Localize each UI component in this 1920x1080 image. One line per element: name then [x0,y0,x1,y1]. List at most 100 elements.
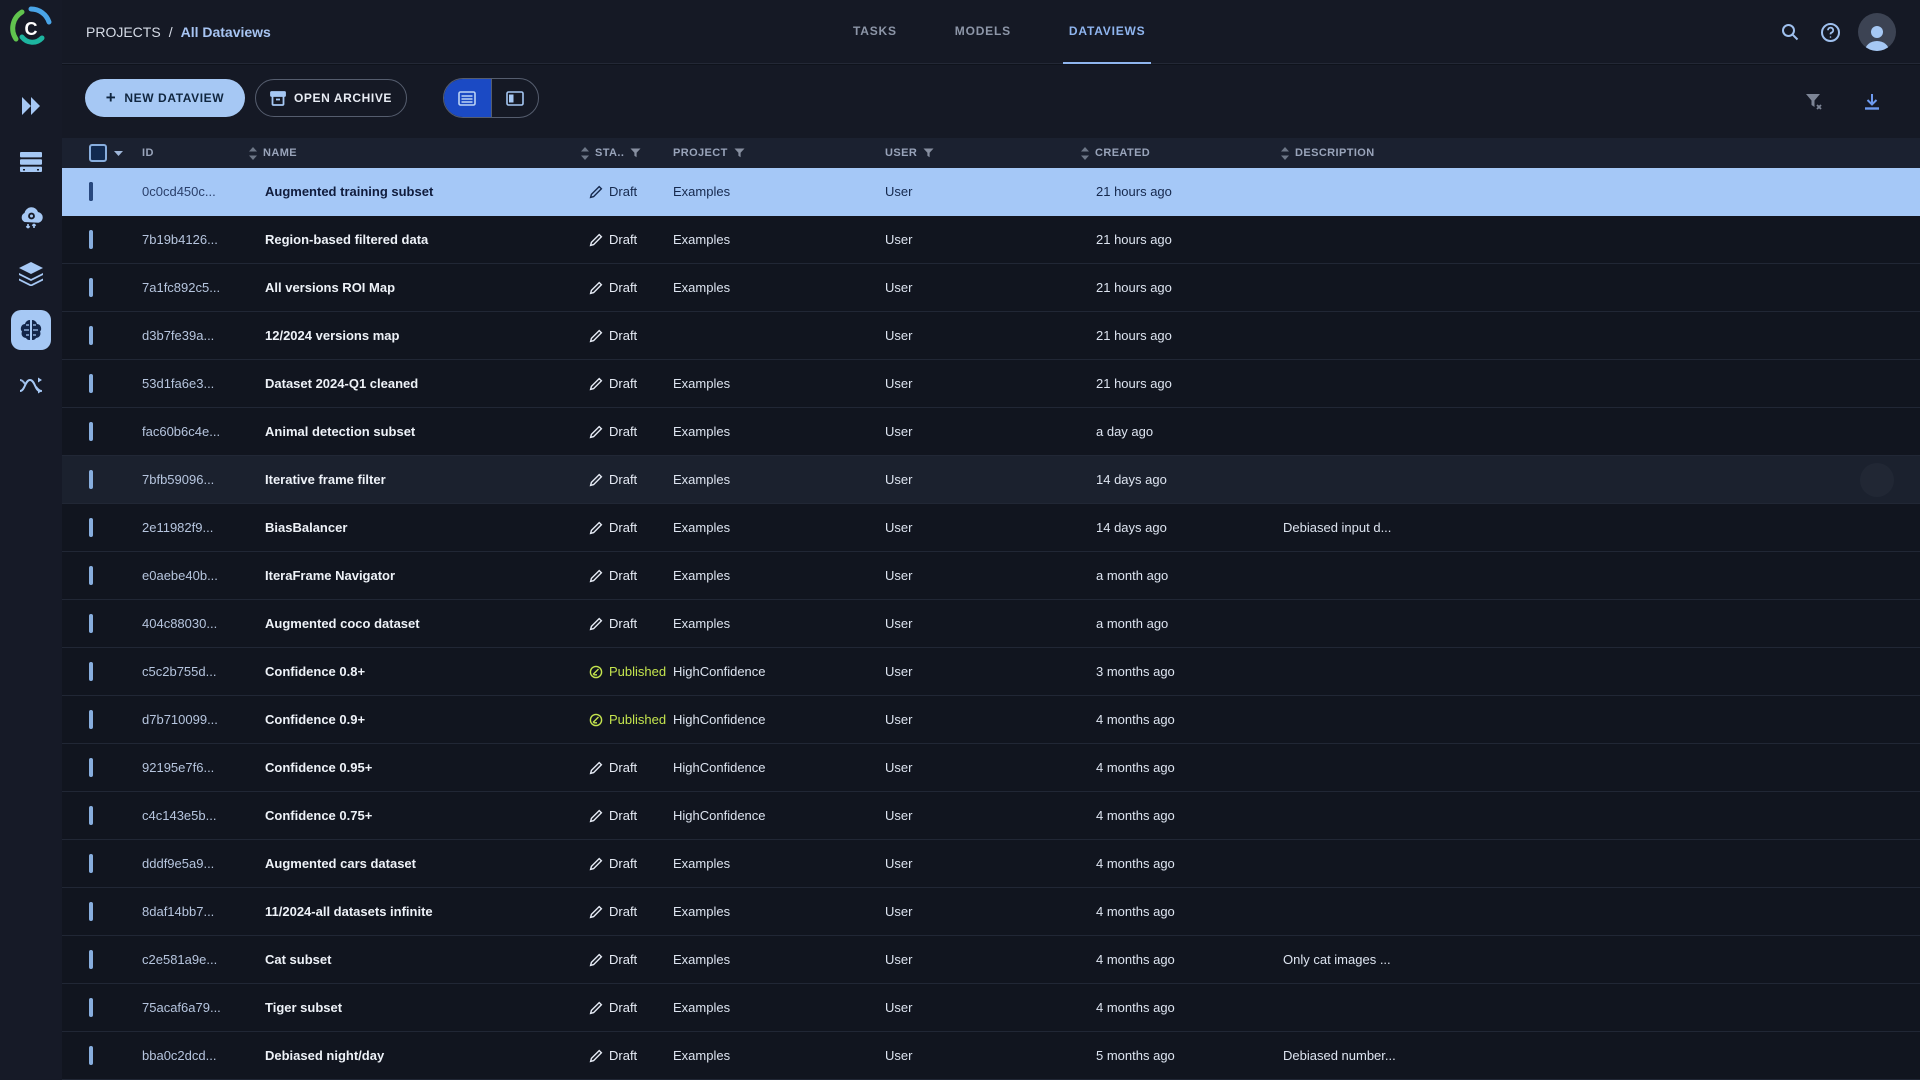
column-header-status[interactable]: STA.. [581,138,664,168]
sidebar-item-pipelines[interactable] [11,366,51,406]
row-menu-button[interactable] [1860,463,1894,497]
sort-icon[interactable] [581,146,589,160]
table-row[interactable]: d3b7fe39a... 12/2024 versions map Draft Use… [62,312,1920,360]
new-dataview-button[interactable]: + NEW DATAVIEW [85,79,245,117]
table-row[interactable]: 0c0cd450c... Augmented training subset Dra… [62,168,1920,216]
clear-filters-icon[interactable] [1794,82,1834,122]
cell-name: Animal detection subset [265,424,416,439]
row-checkbox[interactable] [89,1046,93,1065]
row-select-cell [62,902,136,921]
table-row[interactable]: 7bfb59096... Iterative frame filter Draft E… [62,456,1920,504]
search-icon[interactable] [1770,12,1810,52]
row-checkbox[interactable] [89,470,93,489]
table-row[interactable]: d7b710099... Confidence 0.9+ Published High… [62,696,1920,744]
cell-user: User [885,568,913,583]
row-checkbox[interactable] [89,374,93,393]
row-checkbox[interactable] [89,950,93,969]
draft-pencil-icon [589,1049,603,1063]
table-row[interactable]: 8daf14bb7... 11/2024-all datasets infinit… [62,888,1920,936]
sidebar-item-autoscalers[interactable] [11,198,51,238]
row-select-cell [62,854,136,873]
row-checkbox[interactable] [89,614,93,633]
sidebar-item-expand[interactable] [11,86,51,126]
column-header-id[interactable]: ID [136,138,249,168]
cell-status: Draft [581,904,664,919]
cell-status: Published [581,712,666,727]
tab-tasks[interactable]: TASKS [847,0,903,64]
cell-user: User [885,376,913,391]
breadcrumb: PROJECTS / All Dataviews [86,0,271,64]
column-header-created[interactable]: CREATED [1081,138,1281,168]
sidebar-item-datasets[interactable] [11,254,51,294]
sort-icon[interactable] [1081,146,1089,160]
row-checkbox[interactable] [89,710,93,729]
table-row[interactable]: e0aebe40b... IteraFrame Navigator Draft Exa… [62,552,1920,600]
row-checkbox[interactable] [89,758,93,777]
column-header-description[interactable]: DESCRIPTION [1281,138,1920,168]
row-checkbox[interactable] [89,902,93,921]
row-checkbox[interactable] [89,422,93,441]
table-row[interactable]: 404c88030... Augmented coco dataset Draft E… [62,600,1920,648]
row-select-cell [62,1046,136,1065]
filter-icon[interactable] [734,148,745,158]
tab-dataviews[interactable]: DATAVIEWS [1062,0,1152,64]
filter-icon[interactable] [923,148,934,158]
clearml-logo[interactable]: C [8,5,54,51]
table-row[interactable]: 2e11982f9... BiasBalancer Draft Examples Use… [62,504,1920,552]
sidebar-item-hyper-datasets[interactable] [11,310,51,350]
cell-id: dddf9e5a9... [142,856,215,871]
cell-name: All versions ROI Map [265,280,396,295]
row-checkbox[interactable] [89,662,93,681]
table-view-button[interactable] [444,79,491,117]
draft-pencil-icon [589,473,603,487]
column-header-name[interactable]: NAME [249,138,581,168]
breadcrumb-current[interactable]: All Dataviews [181,24,271,40]
row-checkbox[interactable] [89,806,93,825]
cell-project: Examples [673,232,731,247]
help-icon[interactable] [1810,12,1850,52]
table-row[interactable]: 92195e7f6... Confidence 0.95+ Draft HighCon… [62,744,1920,792]
column-header-project[interactable]: PROJECT [664,138,876,168]
sort-icon[interactable] [249,146,257,160]
row-checkbox[interactable] [89,518,93,537]
row-checkbox[interactable] [89,326,93,345]
cell-project: Examples [673,520,731,535]
cell-id: 0c0cd450c... [142,184,216,199]
table-row[interactable]: 75acaf6a79... Tiger subset Draft Examples Us… [62,984,1920,1032]
table-row[interactable]: dddf9e5a9... Augmented cars dataset Draft E… [62,840,1920,888]
table-row[interactable]: fac60b6c4e... Animal detection subset Draf… [62,408,1920,456]
row-checkbox[interactable] [89,854,93,873]
table-row[interactable]: 7b19b4126... Region-based filtered data Dr… [62,216,1920,264]
column-header-user[interactable]: USER [876,138,1081,168]
cell-project: Examples [673,1000,731,1015]
open-archive-button[interactable]: OPEN ARCHIVE [255,79,407,117]
table-row[interactable]: 53d1fa6e3... Dataset 2024-Q1 cleaned Draft… [62,360,1920,408]
draft-pencil-icon [589,761,603,775]
breadcrumb-projects[interactable]: PROJECTS [86,24,161,40]
caret-down-icon[interactable] [114,150,123,156]
row-checkbox[interactable] [89,998,93,1017]
draft-pencil-icon [589,1001,603,1015]
sidebar-item-workers-queues[interactable] [11,142,51,182]
cell-user: User [885,904,913,919]
cell-name: 11/2024-all datasets infinite [265,904,433,919]
sort-icon[interactable] [1281,146,1289,160]
avatar[interactable] [1858,13,1896,51]
table-row[interactable]: c2e581a9e... Cat subset Draft Examples User 4… [62,936,1920,984]
download-icon[interactable] [1852,82,1892,122]
filter-icon[interactable] [630,148,641,158]
select-all-checkbox[interactable] [89,144,107,162]
table-row[interactable]: bba0c2dcd... Debiased night/day Draft Examp… [62,1032,1920,1080]
tab-models[interactable]: MODELS [949,0,1017,64]
cell-status: Draft [581,952,664,967]
row-checkbox[interactable] [89,566,93,585]
card-view-button[interactable] [490,79,539,117]
table-row[interactable]: 7a1fc892c5... All versions ROI Map Draft Ex… [62,264,1920,312]
cell-created: 4 months ago [1096,952,1175,967]
row-checkbox[interactable] [89,182,93,201]
row-checkbox[interactable] [89,230,93,249]
table-row[interactable]: c5c2b755d... Confidence 0.8+ Published High… [62,648,1920,696]
column-label: STA.. [595,147,625,159]
row-checkbox[interactable] [89,278,93,297]
table-row[interactable]: c4c143e5b... Confidence 0.75+ Draft HighCon… [62,792,1920,840]
